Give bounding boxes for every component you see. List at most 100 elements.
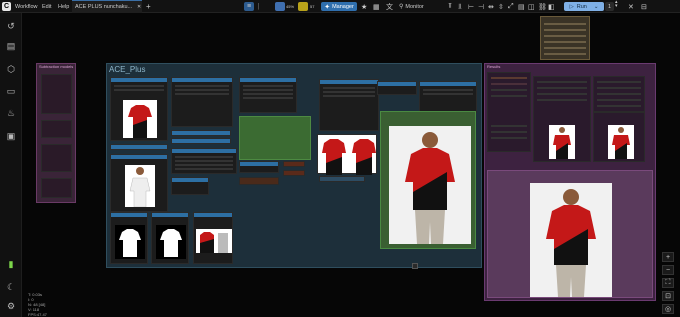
models-icon[interactable]: ⬡ (5, 63, 17, 75)
group-main-title: ACE_Plus (109, 65, 146, 74)
load-image-node-1[interactable] (110, 77, 168, 141)
manager-button[interactable]: ✦ Manager (321, 2, 357, 11)
sampler-node[interactable] (171, 148, 237, 174)
small-node-7[interactable] (283, 170, 305, 176)
small-node-8[interactable] (377, 81, 417, 95)
add-tab-button[interactable]: + (146, 0, 151, 13)
composite-image (196, 229, 232, 253)
distribute-h-icon[interactable]: ⇹ (488, 0, 494, 13)
model-loader-node[interactable] (239, 77, 297, 113)
group-subtraction-models[interactable]: Subtraction models (36, 63, 76, 203)
gallery-icon[interactable]: ▦ (373, 0, 380, 13)
run-count[interactable]: 1 (605, 2, 614, 11)
zoom-in-button[interactable]: + (662, 252, 674, 262)
tab-close-icon[interactable]: ✕ (137, 0, 141, 13)
small-node-9[interactable] (319, 176, 365, 182)
zoom-out-button[interactable]: − (662, 265, 674, 275)
link-icon[interactable]: ⛓ (538, 0, 547, 13)
final-output-image (389, 126, 471, 244)
small-node-3[interactable] (171, 177, 209, 195)
group-left-title: Subtraction models (39, 64, 74, 69)
results-node-1[interactable] (487, 72, 531, 152)
run-button[interactable]: ▷ Run ⌄ (564, 2, 604, 11)
link-visibility-icon: ◎ (664, 306, 672, 313)
final-output-node[interactable] (380, 111, 476, 249)
results-node-4[interactable] (593, 112, 645, 162)
group-results[interactable]: Results (484, 63, 656, 301)
encode-node[interactable] (319, 79, 379, 131)
load-image-node-2[interactable] (110, 154, 168, 212)
note-node[interactable] (540, 16, 590, 60)
distribute-v-icon[interactable]: ⇳ (498, 0, 504, 13)
menu-edit[interactable]: Edit (42, 0, 51, 13)
grid-icon[interactable]: ▤ (518, 0, 525, 13)
monitor-button[interactable]: ⚲ Monitor (399, 0, 424, 13)
mask-preview-node-1[interactable] (110, 212, 148, 264)
group-resize-handle[interactable] (412, 263, 418, 269)
preview-pair-node[interactable] (317, 134, 377, 175)
results-final-node[interactable] (487, 170, 653, 298)
mask-preview-node-2[interactable] (151, 212, 189, 264)
align-top-icon[interactable]: ⫪ (448, 0, 452, 13)
output-pair-image (322, 139, 376, 175)
lock-icon: ⊡ (665, 293, 671, 300)
small-node-4[interactable] (239, 161, 279, 173)
stat-fps: FPS:47.47 (28, 312, 47, 317)
resize-icon[interactable]: ⤢ (508, 0, 514, 13)
node-left-4[interactable] (41, 178, 72, 198)
manager-label: Manager (332, 3, 354, 10)
group-ace-plus[interactable]: ACE_Plus (106, 63, 482, 269)
templates-icon[interactable]: ♨ (5, 107, 17, 119)
fit-view-button[interactable]: ⛶ (662, 278, 674, 288)
close-icon[interactable]: ✕ (628, 0, 634, 13)
align-right-icon[interactable]: ⊣ (478, 0, 484, 13)
conditioning-node[interactable] (171, 77, 233, 127)
menu-workflow[interactable]: Workflow (15, 0, 38, 13)
theme-icon[interactable]: ☾ (5, 281, 17, 293)
translate-icon[interactable]: 文 (386, 0, 393, 13)
queue-history-icon[interactable]: ↺ (5, 20, 17, 32)
node-library-icon[interactable]: ▤ (5, 40, 17, 52)
mask-node-header[interactable] (110, 144, 168, 150)
star-icon[interactable]: ★ (361, 0, 367, 13)
small-node-5[interactable] (283, 161, 305, 167)
monitor-icon: ⚲ (399, 4, 404, 10)
node-left-2[interactable] (41, 120, 72, 138)
settings-icon[interactable]: ⚙ (5, 300, 17, 312)
images-icon[interactable]: ▣ (5, 130, 17, 142)
small-node-2[interactable] (171, 138, 231, 144)
extension-icon[interactable]: ▮ (5, 258, 17, 270)
red-shirt-image (128, 105, 152, 138)
pin-icon[interactable]: ◧ (548, 0, 555, 13)
vram-bar-icon (298, 2, 308, 11)
settings-toggle-icon[interactable]: ⊟ (641, 0, 647, 13)
layers-icon[interactable]: ◫ (528, 0, 535, 13)
preview-image-1 (123, 100, 157, 138)
workflows-icon[interactable]: ▭ (5, 85, 17, 97)
toggle-links-button[interactable]: ◎ (662, 304, 674, 314)
vae-node[interactable] (419, 81, 477, 113)
align-bottom-icon[interactable]: ⫫ (458, 0, 462, 13)
composite-preview-node[interactable] (193, 212, 233, 264)
results-node-3[interactable] (593, 76, 645, 112)
small-node-6[interactable] (239, 177, 279, 185)
results-image-1 (549, 125, 575, 159)
queue-icon[interactable]: ≡ (244, 2, 254, 11)
run-count-stepper[interactable]: ▴ ▾ (615, 0, 618, 13)
menu-help[interactable]: Help (58, 0, 69, 13)
lock-canvas-button[interactable]: ⊡ (662, 291, 674, 301)
small-node-1[interactable] (171, 130, 231, 136)
group-right-title: Results (487, 64, 501, 69)
workflow-tab[interactable]: ACE PLUS nunchaku... (72, 0, 142, 13)
results-node-2[interactable] (533, 76, 591, 162)
fit-icon: ⛶ (665, 279, 671, 286)
green-note-node[interactable] (239, 116, 311, 160)
sep-icon: │ (257, 3, 261, 10)
node-left-3[interactable] (41, 144, 72, 172)
vram-usage: 57 (310, 4, 315, 9)
comfy-logo[interactable]: C (2, 2, 11, 11)
align-left-icon[interactable]: ⊢ (468, 0, 474, 13)
plus-icon: + (665, 253, 671, 261)
run-dropdown-icon: ⌄ (593, 3, 599, 10)
node-left-1[interactable] (41, 74, 72, 114)
